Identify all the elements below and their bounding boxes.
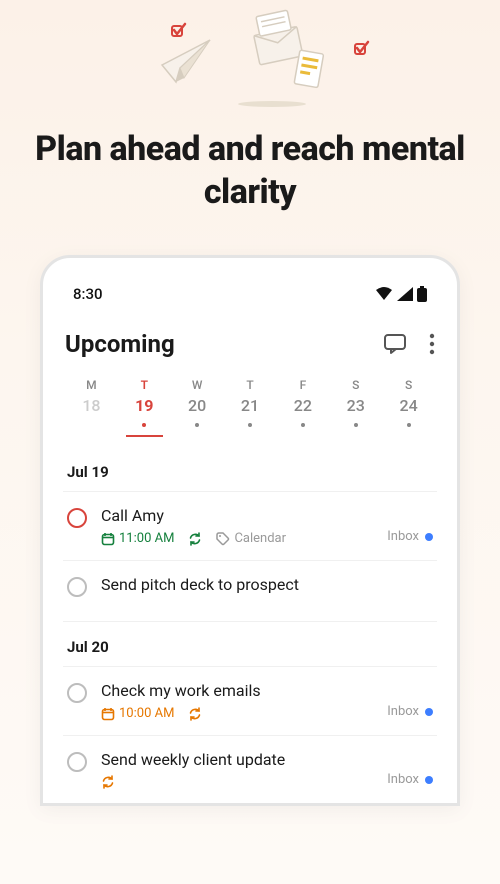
hero-illustration	[0, 0, 500, 110]
task-meta: 11:00 AM Calendar	[101, 531, 373, 546]
recurring-icon	[188, 532, 202, 546]
day-column[interactable]: W 20	[171, 378, 224, 427]
day-number: 24	[399, 396, 417, 415]
status-time: 8:30	[73, 285, 103, 303]
day-label: W	[192, 378, 203, 392]
day-dot-icon	[301, 423, 305, 427]
day-label: S	[352, 378, 359, 392]
wifi-icon	[375, 287, 393, 301]
more-icon[interactable]	[429, 333, 435, 355]
section-header: Jul 19	[63, 447, 437, 491]
task-project[interactable]: Inbox	[387, 772, 433, 787]
project-dot-icon	[425, 708, 433, 716]
task-time: 11:00 AM	[101, 531, 174, 546]
day-label: T	[141, 378, 148, 392]
tag-icon	[216, 532, 230, 546]
day-label: S	[405, 378, 412, 392]
day-label: F	[300, 378, 307, 392]
recurring-icon	[188, 707, 202, 721]
task-row[interactable]: Send pitch deck to prospect	[63, 560, 437, 611]
day-column[interactable]: M 18	[65, 378, 118, 427]
task-label: Calendar	[216, 531, 286, 546]
task-title: Send pitch deck to prospect	[101, 575, 433, 594]
task-row[interactable]: Check my work emails 10:00 AM Inbox	[63, 666, 437, 735]
day-number: 22	[294, 396, 312, 415]
day-number: 18	[82, 396, 100, 415]
day-label: M	[86, 378, 97, 392]
day-column[interactable]: T 19	[118, 378, 171, 427]
day-label: T	[246, 378, 253, 392]
headline: Plan ahead and reach mental clarity	[0, 128, 500, 213]
task-checkbox[interactable]	[67, 683, 87, 703]
calendar-icon	[101, 707, 115, 721]
task-row[interactable]: Call Amy 11:00 AM Calendar Inbox	[63, 491, 437, 560]
day-dot-icon	[248, 423, 252, 427]
comment-icon[interactable]	[383, 333, 407, 355]
task-meta	[101, 775, 373, 789]
device-frame: 8:30 Upcoming M 18 T 19 W 20 T 21 F 22 S 23 S 24 Jul …	[40, 255, 460, 806]
day-column[interactable]: S 24	[382, 378, 435, 427]
project-dot-icon	[425, 776, 433, 784]
day-number: 20	[188, 396, 206, 415]
day-number: 19	[135, 396, 153, 415]
week-selector: M 18 T 19 W 20 T 21 F 22 S 23 S 24	[63, 378, 437, 427]
recurring-icon	[101, 775, 115, 789]
day-dot-icon	[407, 423, 411, 427]
day-number: 21	[241, 396, 259, 415]
day-column[interactable]: F 22	[276, 378, 329, 427]
task-time: 10:00 AM	[101, 706, 174, 721]
task-title: Call Amy	[101, 506, 373, 525]
task-row[interactable]: Send weekly client update Inbox	[63, 735, 437, 803]
status-bar: 8:30	[63, 280, 437, 308]
screen-header: Upcoming	[63, 330, 437, 358]
battery-icon	[417, 286, 427, 302]
task-title: Send weekly client update	[101, 750, 373, 769]
day-number: 23	[347, 396, 365, 415]
day-dot-icon	[195, 423, 199, 427]
task-meta: 10:00 AM	[101, 706, 373, 721]
task-checkbox[interactable]	[67, 752, 87, 772]
task-project[interactable]: Inbox	[387, 704, 433, 719]
day-column[interactable]: T 21	[224, 378, 277, 427]
signal-icon	[397, 287, 413, 301]
page-title: Upcoming	[65, 330, 175, 358]
project-dot-icon	[425, 533, 433, 541]
day-underline	[126, 435, 163, 437]
task-project[interactable]: Inbox	[387, 529, 433, 544]
day-column[interactable]: S 23	[329, 378, 382, 427]
task-checkbox[interactable]	[67, 508, 87, 528]
status-icons	[375, 286, 427, 302]
task-checkbox[interactable]	[67, 577, 87, 597]
section-header: Jul 20	[63, 621, 437, 666]
day-dot-icon	[354, 423, 358, 427]
task-title: Check my work emails	[101, 681, 373, 700]
day-dot-icon	[142, 423, 146, 427]
calendar-icon	[101, 532, 115, 546]
